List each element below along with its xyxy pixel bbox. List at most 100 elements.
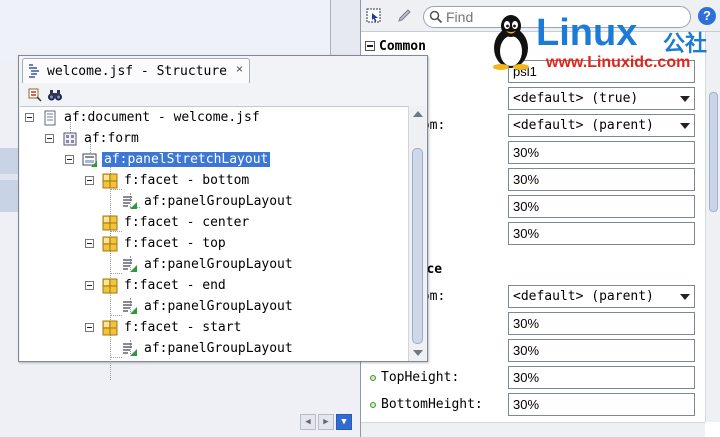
tree-node[interactable]: af:panelStretchLayout — [82, 149, 271, 170]
facet-icon — [102, 236, 118, 252]
property-value: <default> (parent) — [513, 118, 654, 133]
background-band-highlight — [0, 174, 20, 180]
property-input[interactable]: 30% — [508, 312, 695, 335]
tree-collapse-icon[interactable] — [25, 113, 34, 122]
tree-node[interactable]: f:facet - start — [102, 317, 243, 338]
watermark-url: www.Linuxidc.com — [546, 54, 691, 71]
tree-node-label: f:facet - end — [124, 278, 226, 293]
property-value: 30% — [513, 370, 540, 385]
tree-node[interactable]: af:form — [62, 128, 141, 149]
panel-group-layout-icon — [122, 194, 138, 210]
panel-stretch-layout-icon — [82, 152, 98, 168]
scroll-down-icon[interactable] — [413, 350, 423, 356]
close-icon[interactable]: × — [236, 62, 243, 76]
tree-node-label: f:facet - top — [124, 236, 226, 251]
chevron-down-icon[interactable] — [680, 294, 690, 300]
tree-guide — [110, 315, 122, 316]
property-value: 30% — [513, 199, 540, 214]
tree-node-label: af:document - welcome.jsf — [64, 110, 260, 125]
structure-tab-icon — [27, 63, 43, 79]
property-input[interactable]: 30% — [508, 393, 695, 416]
tree-guide — [110, 159, 111, 380]
scroll-up-icon[interactable] — [413, 111, 423, 117]
property-dropdown[interactable]: <default> (parent) — [508, 285, 695, 308]
chevron-down-icon[interactable] — [680, 96, 690, 102]
property-label: TopHeight: — [381, 370, 460, 385]
tree-node[interactable]: f:facet - top — [102, 233, 228, 254]
panel-group-layout-icon — [122, 257, 138, 273]
tree-node[interactable]: af:panelGroupLayout — [122, 296, 295, 317]
section-common-label: Common — [379, 38, 426, 54]
watermark-brand: Linux — [536, 12, 638, 54]
tree-node-label: af:panelGroupLayout — [144, 341, 293, 356]
property-set-icon — [370, 375, 376, 381]
tree-node-label: f:facet - center — [124, 215, 250, 230]
property-label: BottomHeight: — [381, 397, 483, 412]
penguin-logo-icon — [493, 15, 529, 70]
property-input[interactable]: 30% — [508, 366, 695, 389]
tree-node[interactable]: f:facet - end — [102, 275, 228, 296]
tree-node[interactable]: af:panelGroupLayout — [122, 338, 295, 359]
watermark: Linux 公社 www.Linuxidc.com — [488, 12, 720, 74]
property-value: 30% — [513, 145, 540, 160]
tree-node-label: af:panelGroupLayout — [144, 194, 293, 209]
property-input[interactable]: 30% — [508, 195, 695, 218]
facet-icon — [102, 278, 118, 294]
tree-node[interactable]: af:panelGroupLayout — [122, 191, 295, 212]
inspector-horizontal-scrollbar[interactable] — [361, 422, 705, 437]
structure-scrollbar-thumb[interactable] — [412, 148, 423, 344]
structure-tree: af:document - welcome.jsf af:form af:panel… — [20, 106, 408, 380]
tree-collapse-icon[interactable] — [45, 134, 54, 143]
tree-collapse-icon[interactable] — [65, 155, 74, 164]
structure-vertical-scrollbar[interactable] — [408, 106, 426, 361]
tree-node-label: af:panelGroupLayout — [144, 257, 293, 272]
tree-node-label: af:panelStretchLayout — [102, 152, 271, 167]
tree-node[interactable]: f:facet - bottom — [102, 170, 251, 191]
property-value: 30% — [513, 343, 540, 358]
tree-collapse-icon[interactable] — [85, 239, 94, 248]
property-dropdown[interactable]: <default> (true) — [508, 87, 695, 110]
section-common[interactable]: Common — [365, 36, 426, 56]
tree-guide — [110, 357, 122, 358]
property-row: TopHeight: 30% — [361, 365, 720, 391]
search-icon — [429, 10, 443, 28]
background-selected-band — [0, 148, 20, 212]
tree-collapse-icon[interactable] — [85, 281, 94, 290]
structure-options-icon[interactable] — [27, 87, 43, 103]
select-tool-icon[interactable] — [365, 7, 383, 25]
panel-group-layout-icon — [122, 299, 138, 315]
scroll-right-button[interactable]: ▶ — [318, 414, 334, 430]
tree-collapse-icon[interactable] — [85, 323, 94, 332]
background-top-panel — [0, 0, 330, 62]
property-input[interactable]: 30% — [508, 339, 695, 362]
property-value: 30% — [513, 226, 540, 241]
binoculars-icon[interactable] — [47, 87, 63, 103]
tree-node-label: f:facet - bottom — [124, 173, 250, 188]
facet-icon — [102, 320, 118, 336]
form-icon — [62, 131, 78, 147]
structure-tab-title: welcome.jsf - Structure — [47, 63, 228, 79]
chevron-down-icon[interactable] — [680, 123, 690, 129]
structure-window: welcome.jsf - Structure × af:document - … — [18, 55, 428, 380]
property-value: <default> (parent) — [513, 289, 654, 304]
scroll-menu-button[interactable]: ▼ — [336, 414, 352, 430]
edit-pencil-icon[interactable] — [395, 7, 413, 25]
property-value: <default> (true) — [513, 91, 639, 106]
inspector-vertical-scrollbar[interactable] — [705, 32, 720, 422]
collapse-icon[interactable] — [365, 41, 375, 51]
tree-node[interactable]: f:facet - center — [102, 212, 251, 233]
structure-tab[interactable]: welcome.jsf - Structure × — [22, 58, 250, 83]
property-dropdown[interactable]: <default> (parent) — [508, 114, 695, 137]
facet-icon — [102, 215, 118, 231]
property-input[interactable]: 30% — [508, 222, 695, 245]
tree-node[interactable]: af:document - welcome.jsf — [42, 107, 262, 128]
tree-node-label: f:facet - start — [124, 320, 242, 335]
property-input[interactable]: 30% — [508, 168, 695, 191]
tree-node[interactable]: af:panelGroupLayout — [122, 254, 295, 275]
property-input[interactable]: 30% — [508, 141, 695, 164]
structure-toolbar — [23, 84, 223, 106]
scrollbar-thumb[interactable] — [709, 92, 718, 212]
scroll-left-button[interactable]: ◀ — [300, 414, 316, 430]
tree-collapse-icon[interactable] — [85, 176, 94, 185]
tree-guide — [110, 273, 122, 274]
